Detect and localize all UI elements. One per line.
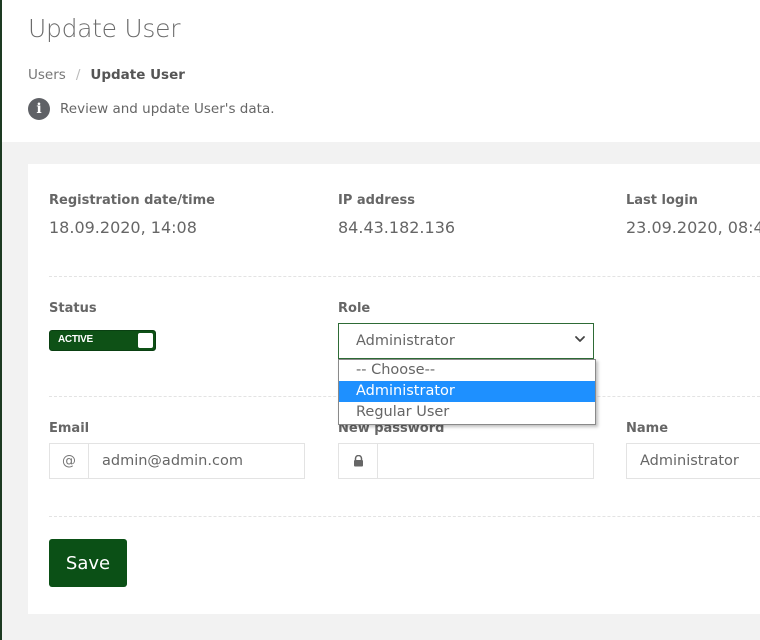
registration-value: 18.09.2020, 14:08	[49, 218, 197, 237]
info-circle-icon: i	[28, 98, 50, 120]
last-login-label: Last login	[626, 193, 698, 208]
user-form-card: Registration date/time 18.09.2020, 14:08…	[28, 164, 760, 614]
email-field-group: @	[49, 443, 305, 479]
breadcrumb-current: Update User	[90, 67, 185, 83]
role-option-choose[interactable]: -- Choose--	[339, 360, 595, 381]
name-label: Name	[626, 421, 669, 436]
info-line: i Review and update User's data.	[28, 98, 275, 120]
status-toggle[interactable]: ACTIVE	[49, 330, 156, 351]
page-title: Update User	[28, 14, 181, 43]
new-password-field[interactable]	[378, 444, 593, 478]
at-sign-icon: @	[50, 444, 89, 478]
name-field[interactable]	[627, 444, 760, 478]
chevron-down-icon	[575, 336, 585, 342]
status-toggle-text: ACTIVE	[58, 334, 93, 345]
breadcrumb: Users / Update User	[28, 67, 185, 83]
breadcrumb-separator: /	[75, 67, 81, 83]
info-text: Review and update User's data.	[60, 101, 275, 117]
lock-icon	[339, 444, 378, 478]
role-selected-value: Administrator	[356, 333, 455, 349]
ip-value: 84.43.182.136	[338, 218, 456, 237]
registration-label: Registration date/time	[49, 193, 215, 208]
divider	[49, 276, 760, 277]
email-label: Email	[49, 421, 90, 436]
role-label: Role	[338, 301, 371, 316]
last-login-value: 23.09.2020, 08:44	[626, 218, 760, 237]
name-field-group	[626, 443, 760, 479]
role-select[interactable]: Administrator	[338, 323, 594, 359]
ip-label: IP address	[338, 193, 415, 208]
breadcrumb-users-link[interactable]: Users	[28, 67, 66, 83]
save-button[interactable]: Save	[49, 539, 127, 587]
role-option-administrator[interactable]: Administrator	[339, 381, 595, 402]
page-header: Update User Users / Update User i Review…	[2, 0, 760, 142]
role-dropdown: -- Choose-- Administrator Regular User	[338, 359, 596, 425]
role-option-regular-user[interactable]: Regular User	[339, 402, 595, 423]
email-field[interactable]	[89, 444, 304, 478]
divider	[49, 516, 760, 517]
status-label: Status	[49, 301, 97, 316]
password-field-group	[338, 443, 594, 479]
toggle-knob[interactable]	[138, 333, 153, 348]
